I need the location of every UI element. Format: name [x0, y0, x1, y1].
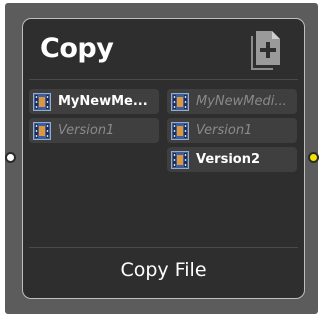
output-item[interactable]: MyNewMedi...	[167, 89, 297, 114]
input-item-label: Version1	[58, 123, 115, 138]
output-item-label: MyNewMedi...	[196, 94, 287, 109]
copy-file-icon	[251, 31, 280, 70]
node-footer-label: Copy File	[120, 259, 207, 281]
input-item-label: MyNewMe...	[58, 94, 148, 109]
media-file-icon	[33, 92, 51, 111]
output-item[interactable]: Version1	[167, 118, 297, 143]
output-item[interactable]: Version2	[167, 147, 297, 172]
output-list: MyNewMedi... Version1 Version2	[167, 89, 297, 176]
output-port[interactable]	[308, 152, 319, 163]
output-item-label: Version2	[196, 152, 261, 167]
input-port[interactable]	[5, 152, 16, 163]
media-file-icon	[171, 150, 189, 169]
header-divider	[29, 79, 298, 80]
copy-node[interactable]: Copy MyNewMe... Version1 MyNewMedi... Ve…	[22, 18, 305, 299]
footer-divider	[29, 247, 298, 248]
media-file-icon	[171, 121, 189, 140]
output-item-label: Version1	[196, 123, 253, 138]
input-item[interactable]: Version1	[29, 118, 159, 143]
input-item[interactable]: MyNewMe...	[29, 89, 159, 114]
media-file-icon	[171, 92, 189, 111]
node-title: Copy	[40, 33, 114, 64]
media-file-icon	[33, 121, 51, 140]
input-list: MyNewMe... Version1	[29, 89, 159, 147]
